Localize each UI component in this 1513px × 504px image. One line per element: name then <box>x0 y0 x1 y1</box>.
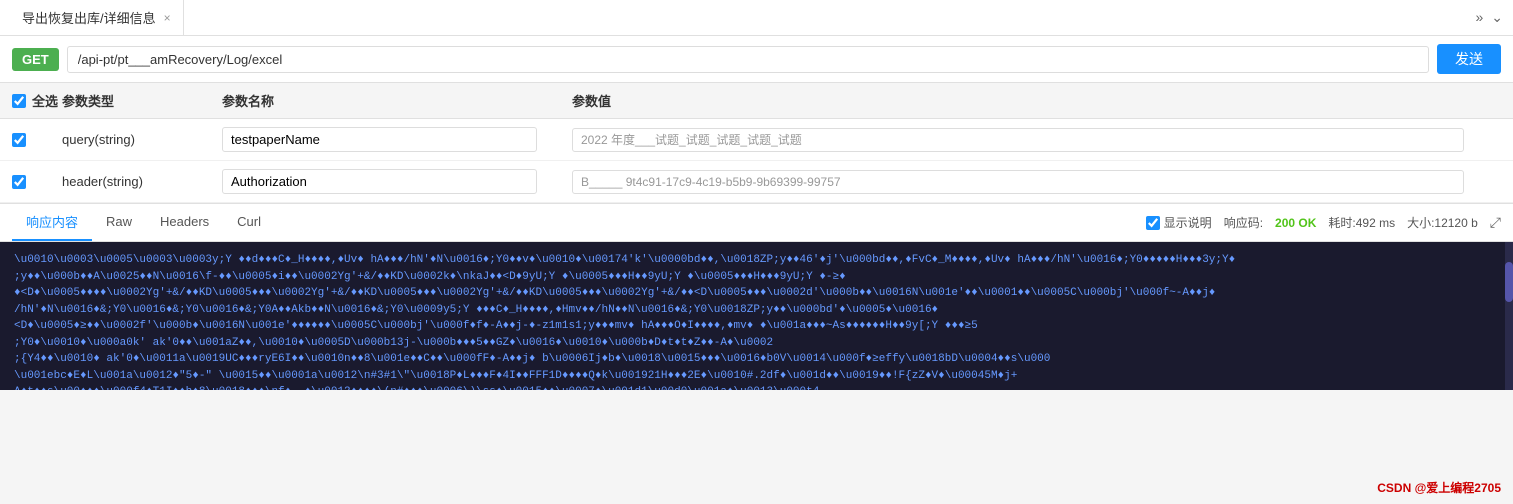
tab-curl[interactable]: Curl <box>223 206 275 239</box>
response-status-label: 响应码: <box>1224 214 1263 231</box>
tab-label: 导出恢复出库/详细信息 <box>22 8 156 27</box>
response-body: \u0010\u0003\u0005\u0003\u0003y;Y ♦♦d♦♦♦… <box>0 242 1513 390</box>
param-type-1: query(string) <box>62 132 222 147</box>
footer-logo: CSDN @爱上编程2705 <box>1377 479 1501 496</box>
param-checkbox-1[interactable] <box>12 133 26 147</box>
resp-info: 显示说明 响应码: 200 OK 耗时:492 ms 大小:12120 b ⤢ <box>1146 214 1501 231</box>
response-section: 响应内容 Raw Headers Curl 显示说明 响应码: 200 OK 耗… <box>0 204 1513 390</box>
response-status: 200 OK <box>1275 216 1316 230</box>
show-desc-checkbox[interactable] <box>1146 216 1160 230</box>
response-tabs: 响应内容 Raw Headers Curl 显示说明 响应码: 200 OK 耗… <box>0 204 1513 242</box>
param-type-2: header(string) <box>62 174 222 189</box>
param-value-cell-2 <box>572 170 1501 194</box>
request-bar: GET 发送 <box>0 36 1513 83</box>
send-button[interactable]: 发送 <box>1437 44 1501 74</box>
response-line: \u0010\u0003\u0005\u0003\u0003y;Y ♦♦d♦♦♦… <box>14 252 1499 269</box>
top-bar-icons: » ⌄ <box>1475 9 1503 26</box>
tab-raw[interactable]: Raw <box>92 206 146 239</box>
name-header: 参数名称 <box>222 91 572 110</box>
tab-response-content[interactable]: 响应内容 <box>12 204 92 241</box>
params-section: 全选 参数类型 参数名称 参数值 query(string) header(st… <box>0 83 1513 204</box>
response-size: 大小:12120 b <box>1407 214 1478 231</box>
response-line: \u001ebc♦E♦L\u001a\u0012♦"5♦-" \u0015♦♦\… <box>14 368 1499 385</box>
select-all-checkbox[interactable] <box>12 94 26 108</box>
method-badge: GET <box>12 48 59 71</box>
param-row-1: query(string) <box>0 119 1513 161</box>
param-value-input-2[interactable] <box>572 170 1464 194</box>
params-header: 全选 参数类型 参数名称 参数值 <box>0 83 1513 119</box>
param-checkbox-cell-2[interactable] <box>12 175 62 189</box>
expand-icon[interactable]: ⤢ <box>1490 214 1501 231</box>
url-input[interactable] <box>67 46 1429 73</box>
response-line: ♦<D♦\u0005♦♦♦♦\u0002Yg'+&/♦♦KD\u0005♦♦♦\… <box>14 285 1499 302</box>
param-name-input-2[interactable] <box>222 169 537 194</box>
select-all-cell[interactable]: 全选 <box>12 91 62 110</box>
scrollbar-thumb[interactable] <box>1505 262 1513 302</box>
response-line: /hN'♦N\u0016♦&;Y0\u0016♦&;Y0\u0016♦&;Y0A… <box>14 302 1499 319</box>
select-all-label: 全选 <box>32 91 58 110</box>
scrollbar[interactable] <box>1505 242 1513 390</box>
response-lines: \u0010\u0003\u0005\u0003\u0003y;Y ♦♦d♦♦♦… <box>14 252 1499 390</box>
show-desc[interactable]: 显示说明 <box>1146 214 1212 231</box>
param-value-cell-1 <box>572 128 1501 152</box>
type-header: 参数类型 <box>62 91 222 110</box>
collapse-icon[interactable]: ⌄ <box>1491 9 1503 26</box>
param-checkbox-2[interactable] <box>12 175 26 189</box>
param-value-input-1[interactable] <box>572 128 1464 152</box>
response-line: A♦t♦♦s\u00♦♦♦\u000f4♦T1I♦♦h♦8\u0018♦♦♦\n… <box>14 384 1499 390</box>
show-desc-label: 显示说明 <box>1164 214 1212 231</box>
close-tab-icon[interactable]: × <box>164 11 171 25</box>
response-line: <D♦\u0005♦≥♦♦\u0002f'\u000b♦\u0016N\u001… <box>14 318 1499 335</box>
param-checkbox-cell-1[interactable] <box>12 133 62 147</box>
top-bar: 导出恢复出库/详细信息 × » ⌄ <box>0 0 1513 36</box>
value-header: 参数值 <box>572 91 1501 110</box>
response-line: ;y♦♦\u000b♦♦A\u0025♦♦N\u0016\f-♦♦\u0005♦… <box>14 269 1499 286</box>
response-line: ;Y0♦\u0010♦\u000a0k' ak'0♦♦\u001aZ♦♦,\u0… <box>14 335 1499 352</box>
param-row-2: header(string) <box>0 161 1513 203</box>
tab-item[interactable]: 导出恢复出库/详细信息 × <box>10 0 184 36</box>
response-time: 耗时:492 ms <box>1328 214 1395 231</box>
response-line: ;{Y4♦♦\u0010♦ ak'0♦\u0011a\u0019UC♦♦♦ryE… <box>14 351 1499 368</box>
tab-headers[interactable]: Headers <box>146 206 223 239</box>
param-name-input-1[interactable] <box>222 127 537 152</box>
param-name-cell-1 <box>222 127 572 152</box>
param-name-cell-2 <box>222 169 572 194</box>
more-icon[interactable]: » <box>1475 9 1483 26</box>
